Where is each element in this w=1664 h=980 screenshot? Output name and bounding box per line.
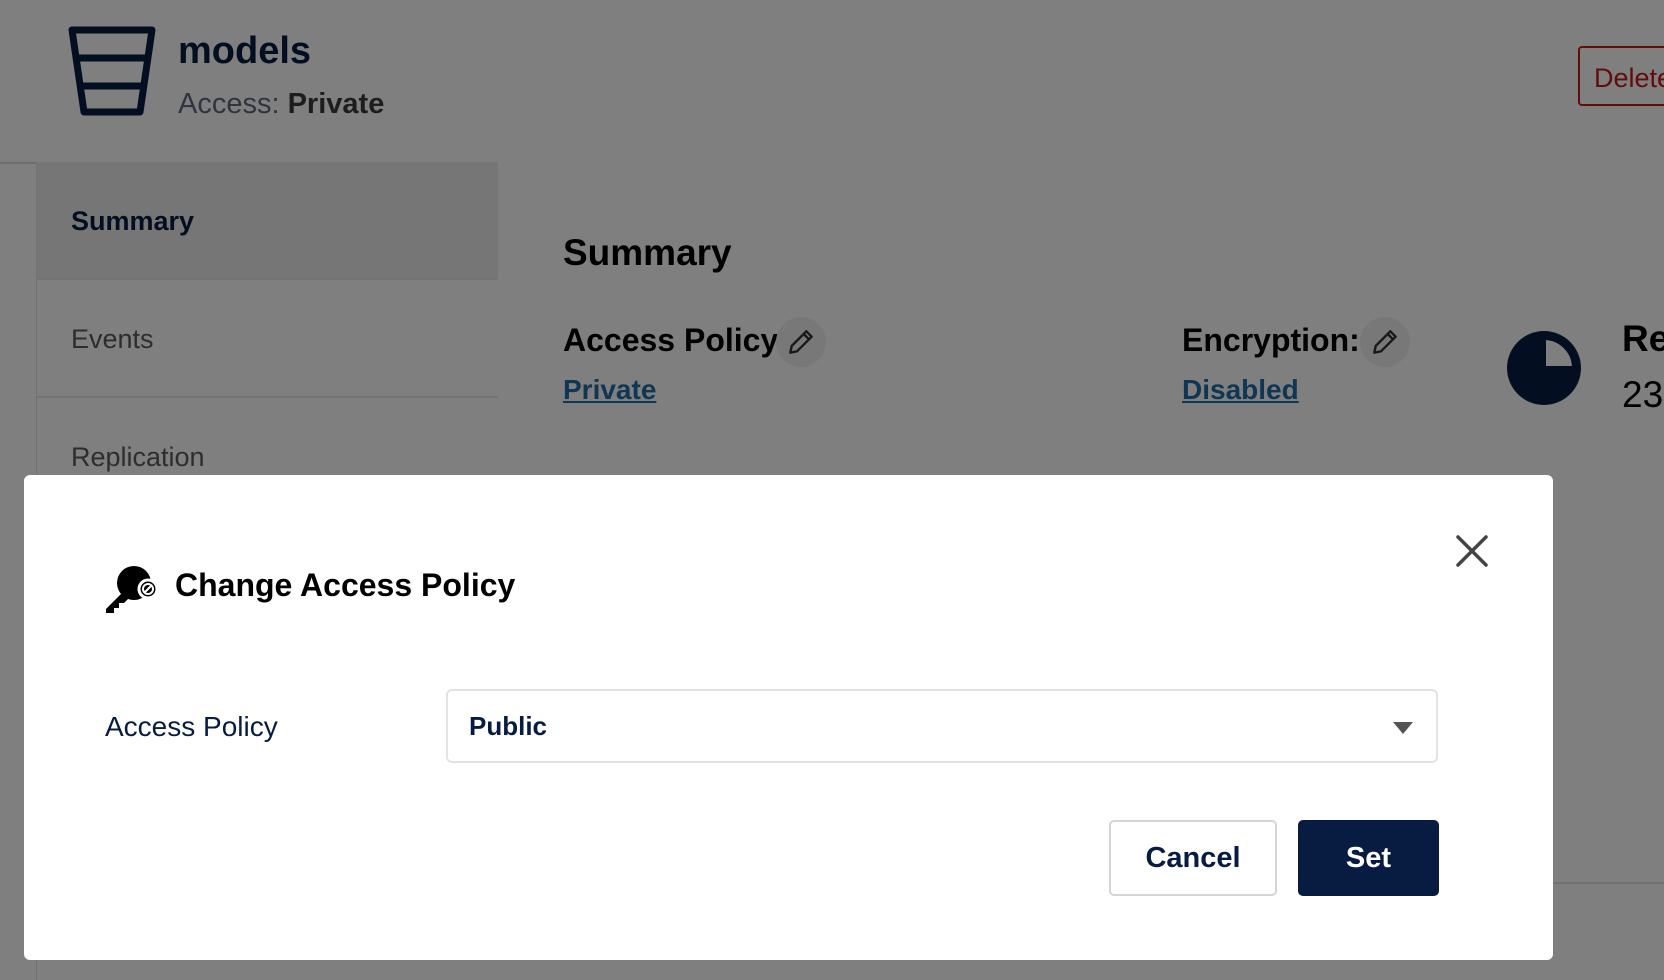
access-policy-selected-value: Public — [469, 711, 548, 741]
app-root: models Access: Private Delete Summary Ev… — [0, 0, 1664, 980]
access-policy-field-label: Access Policy — [105, 711, 278, 742]
modal-title: Change Access Policy — [175, 567, 516, 603]
cancel-button[interactable]: Cancel — [1109, 820, 1277, 896]
set-button[interactable]: Set — [1298, 820, 1439, 896]
caret-down-icon — [1393, 722, 1413, 734]
change-access-policy-dialog: Change Access Policy Access Policy Publi… — [24, 475, 1553, 960]
close-icon[interactable] — [1454, 533, 1490, 569]
key-icon — [106, 566, 158, 613]
access-policy-select[interactable]: Public — [446, 689, 1438, 763]
